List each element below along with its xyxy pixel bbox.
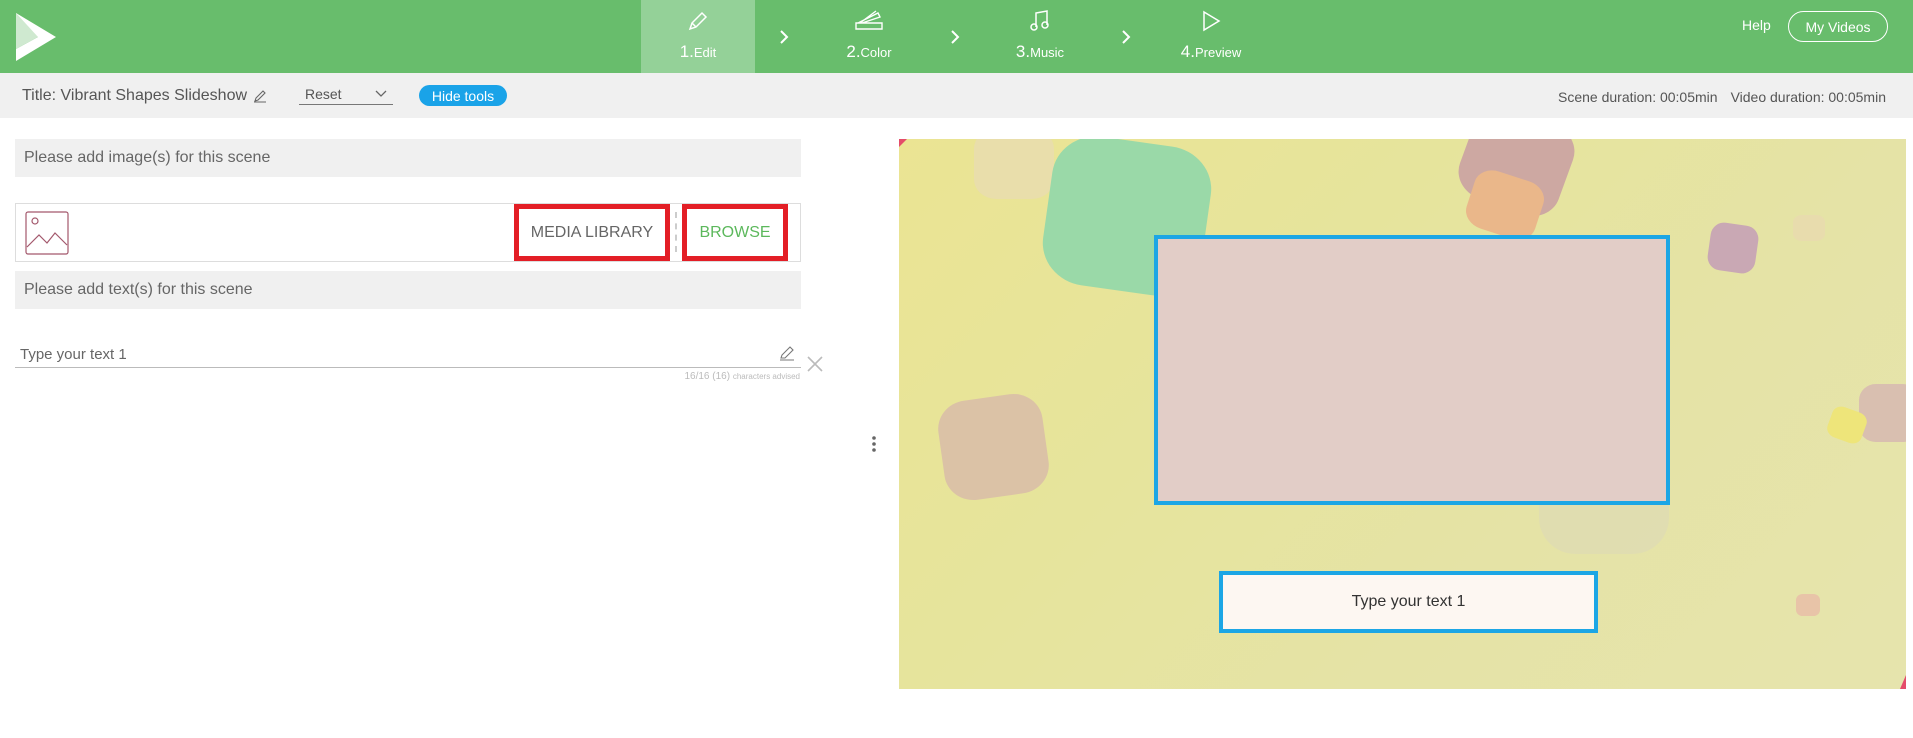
step-number: 1. — [679, 42, 694, 61]
text-input-1[interactable]: Type your text 1 — [15, 341, 801, 368]
divider — [675, 212, 677, 252]
scene-duration: Scene duration: 00:05min — [1558, 89, 1718, 105]
project-toolbar: Title: Vibrant Shapes Slideshow Reset Hi… — [0, 73, 1913, 118]
browse-button[interactable]: BROWSE — [682, 204, 788, 261]
chevron-right-icon — [1097, 0, 1154, 73]
step-color[interactable]: 2.Color — [812, 0, 926, 73]
corner-marker — [899, 139, 907, 147]
step-music[interactable]: 3.Music — [983, 0, 1097, 73]
pencil-icon — [688, 11, 708, 31]
text-input-value: Type your text 1 — [20, 345, 127, 363]
step-number: 2. — [846, 42, 861, 61]
images-section-heading: Please add image(s) for this scene — [15, 139, 801, 177]
top-navigation-bar: 1.Edit 2.Color 3.Music 4.Preview Help My… — [0, 0, 1913, 73]
char-count: 16/16 (16) — [684, 371, 731, 382]
text-placeholder-slot[interactable]: Type your text 1 — [1219, 571, 1598, 633]
project-title-text: Title: Vibrant Shapes Slideshow — [22, 87, 248, 104]
decor-shape — [1859, 384, 1906, 442]
help-link[interactable]: Help — [1742, 17, 1771, 33]
step-label: Music — [1030, 45, 1065, 60]
step-number: 3. — [1015, 42, 1031, 61]
my-videos-button[interactable]: My Videos — [1788, 11, 1888, 42]
hide-tools-button[interactable]: Hide tools — [419, 85, 507, 106]
step-label: Preview — [1194, 45, 1242, 60]
video-duration: Video duration: 00:05min — [1730, 89, 1886, 105]
step-preview[interactable]: 4.Preview — [1154, 0, 1268, 73]
chevron-right-icon — [755, 0, 812, 73]
chevron-right-icon — [926, 0, 983, 73]
reset-dropdown[interactable]: Reset — [299, 85, 393, 105]
decor-shape — [1793, 215, 1825, 241]
edit-title-icon[interactable] — [253, 89, 267, 103]
decor-shape — [1796, 594, 1820, 616]
app-logo-icon[interactable] — [12, 11, 60, 63]
palette-icon — [855, 10, 883, 30]
wizard-steps: 1.Edit 2.Color 3.Music 4.Preview — [641, 0, 1268, 73]
corner-marker — [1900, 675, 1906, 689]
pencil-icon[interactable] — [779, 345, 795, 361]
decor-shape — [934, 390, 1053, 504]
image-placeholder-slot[interactable] — [1154, 235, 1670, 505]
char-note: characters advised — [732, 372, 800, 381]
resize-handle-icon[interactable] — [871, 434, 877, 454]
character-counter: 16/16 (16) characters advised — [620, 371, 800, 382]
reset-label: Reset — [305, 86, 342, 102]
step-edit[interactable]: 1.Edit — [641, 0, 755, 73]
step-number: 4. — [1180, 42, 1195, 61]
project-title[interactable]: Title: Vibrant Shapes Slideshow — [22, 87, 267, 105]
image-placeholder-icon — [25, 211, 69, 255]
media-library-button[interactable]: MEDIA LIBRARY — [514, 204, 670, 261]
decor-shape — [974, 139, 1054, 199]
scene-preview[interactable]: Type your text 1 — [899, 139, 1906, 689]
decor-shape — [1705, 220, 1761, 276]
texts-section-heading: Please add text(s) for this scene — [15, 271, 801, 309]
step-label: Color — [860, 45, 892, 60]
music-note-icon — [1030, 10, 1049, 31]
close-icon[interactable] — [806, 355, 824, 373]
play-icon — [1203, 10, 1221, 32]
step-label: Edit — [693, 45, 717, 60]
chevron-down-icon — [375, 90, 387, 97]
durations: Scene duration: 00:05min Video duration:… — [1558, 89, 1886, 105]
image-upload-row: MEDIA LIBRARY BROWSE — [15, 203, 801, 262]
